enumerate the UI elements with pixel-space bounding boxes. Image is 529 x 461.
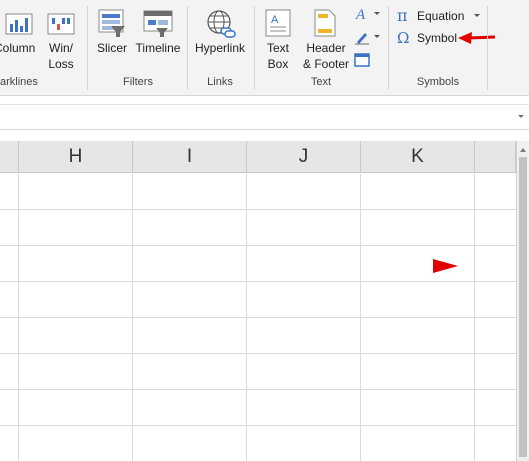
svg-text:A: A <box>355 7 366 22</box>
formula-bar[interactable] <box>0 104 529 130</box>
annotation-arrow-symbol <box>458 32 496 44</box>
gridline <box>0 389 516 390</box>
pi-icon: π <box>397 6 408 25</box>
hyperlink-button[interactable]: Hyperlink <box>190 8 250 74</box>
chevron-down-icon <box>474 13 481 17</box>
group-separator <box>254 6 255 90</box>
object-button[interactable] <box>354 52 370 68</box>
symbol-button[interactable]: Ω Symbol <box>397 29 457 47</box>
scroll-up-arrow-icon[interactable] <box>517 145 529 155</box>
globe-link-icon <box>207 10 236 38</box>
gridline <box>0 209 516 210</box>
column-header-partial[interactable] <box>0 141 19 173</box>
chevron-down-icon[interactable] <box>516 112 526 122</box>
chevron-down-icon <box>374 35 380 38</box>
header-footer-icon <box>314 9 336 37</box>
object-icon <box>354 53 370 67</box>
textbox-button[interactable]: A Text Box <box>258 8 298 74</box>
header-footer-button[interactable]: Header & Footer <box>299 8 351 74</box>
group-separator <box>187 6 188 90</box>
gridline <box>0 317 516 318</box>
links-group-label: Links <box>207 76 233 88</box>
scrollbar-thumb[interactable] <box>519 157 527 457</box>
equation-button[interactable]: π Equation <box>397 6 482 25</box>
slicer-label: Slicer <box>96 41 127 55</box>
textbox-icon: A <box>265 9 291 37</box>
timeline-icon <box>143 10 173 37</box>
timeline-label: Timeline <box>135 41 181 55</box>
winloss-chart-icon <box>47 13 75 35</box>
chevron-down-icon <box>374 12 380 15</box>
group-separator <box>487 6 488 90</box>
svg-text:A: A <box>271 14 279 26</box>
winloss-sparkline-button[interactable]: Win/ Loss <box>42 8 80 74</box>
gridline <box>0 245 516 246</box>
sparklines-group-label: arklines <box>0 76 38 88</box>
symbol-label: Symbol <box>417 31 458 45</box>
ribbon: Column Win/ Loss arklines Slicer <box>0 0 529 96</box>
winloss-label: Win/ Loss <box>48 41 74 71</box>
slicer-button[interactable]: Slicer <box>92 8 132 74</box>
column-chart-icon <box>5 13 33 35</box>
text-group-label: Text <box>310 76 332 88</box>
header-footer-label: Header & Footer <box>302 41 350 71</box>
gridline <box>0 281 516 282</box>
column-header-j[interactable]: J <box>247 141 361 173</box>
gridline <box>0 425 516 426</box>
group-separator <box>388 6 389 90</box>
column-header-h[interactable]: H <box>19 141 133 173</box>
worksheet-grid[interactable]: H I J K <box>0 141 516 461</box>
equation-label: Equation <box>417 8 465 23</box>
slicer-icon <box>98 9 125 37</box>
column-header-i[interactable]: I <box>133 141 247 173</box>
gridline <box>0 353 516 354</box>
annotation-arrowhead <box>433 259 458 273</box>
wordart-button[interactable]: A <box>354 6 382 22</box>
filters-group-label: Filters <box>123 76 153 88</box>
vertical-scrollbar[interactable] <box>516 141 529 461</box>
column-header-k[interactable]: K <box>361 141 475 173</box>
column-label: Column <box>0 41 36 55</box>
hyperlink-label: Hyperlink <box>194 41 245 55</box>
textbox-label: Text Box <box>266 41 289 71</box>
group-separator <box>87 6 88 90</box>
wordart-icon: A <box>355 7 366 22</box>
column-header-partial[interactable] <box>475 141 516 173</box>
symbols-group-label: Symbols <box>416 76 460 88</box>
signature-line-button[interactable] <box>354 29 382 45</box>
omega-icon: Ω <box>397 29 410 47</box>
timeline-button[interactable]: Timeline <box>133 8 183 74</box>
signature-pen-icon <box>355 33 369 45</box>
column-sparkline-button[interactable]: Column <box>0 8 40 74</box>
